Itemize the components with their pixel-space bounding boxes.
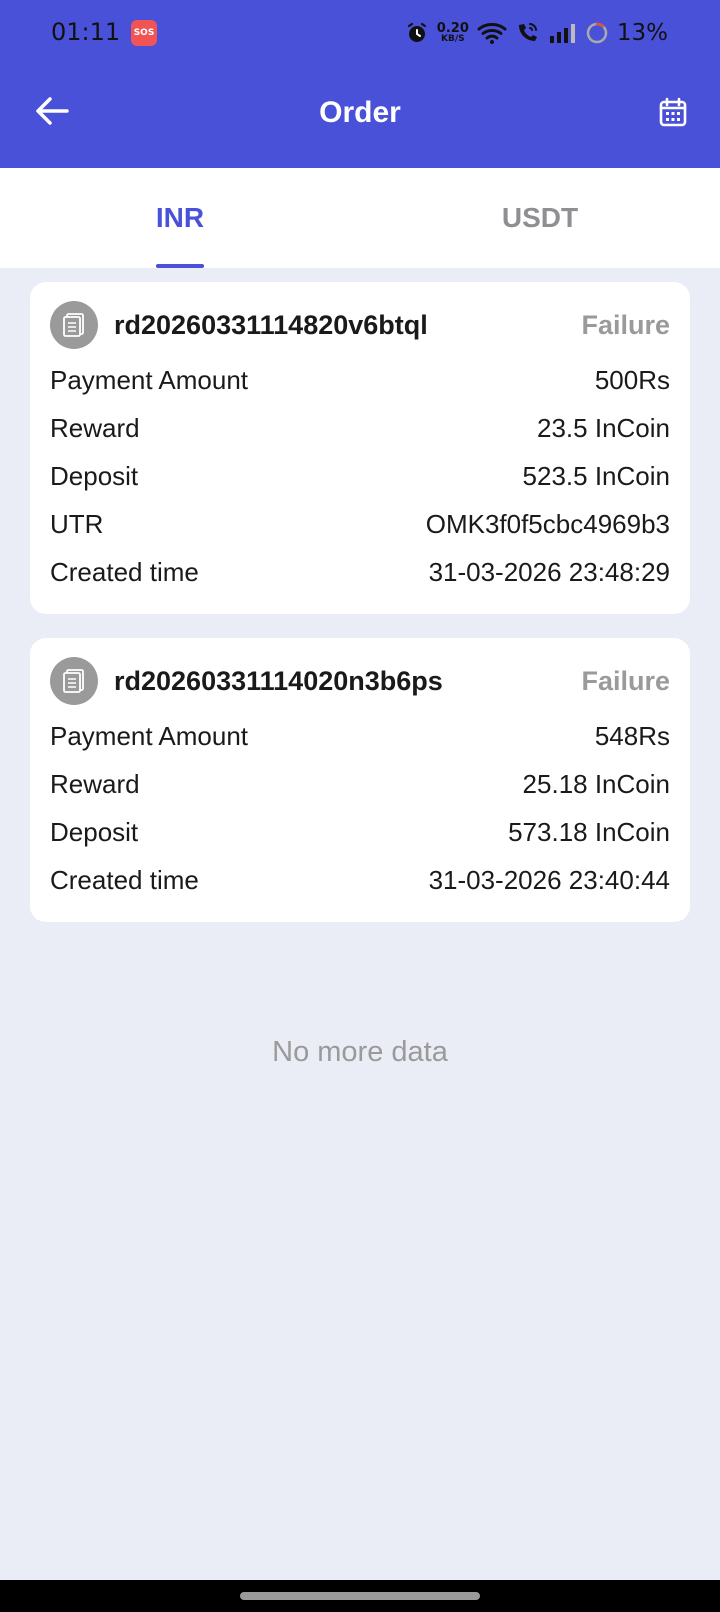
row-value: 23.5 InCoin <box>537 412 670 443</box>
row-label: Payment Amount <box>50 720 248 751</box>
system-nav-bar <box>0 1580 720 1612</box>
tab-inr[interactable]: INR <box>0 168 360 268</box>
row-label: Created time <box>50 556 199 587</box>
order-status: Failure <box>581 309 670 340</box>
header: 01:11 SOS 0.20 KB/S 13% Order <box>0 0 720 168</box>
page-title: Order <box>319 96 401 129</box>
signal-icon <box>549 22 577 44</box>
payment-amount-row: Payment Amount 500Rs <box>50 356 670 404</box>
order-status: Failure <box>581 665 670 696</box>
network-speed-unit: KB/S <box>441 34 465 44</box>
order-id: rd20260331114020n3b6ps <box>114 665 443 696</box>
row-value: 500Rs <box>594 364 670 395</box>
row-value: 573.18 InCoin <box>508 816 670 847</box>
app-bar: Order <box>0 66 720 168</box>
row-label: Payment Amount <box>50 364 248 395</box>
row-value: 25.18 InCoin <box>522 768 670 799</box>
row-value: OMK3f0f5cbc4969b3 <box>425 508 670 539</box>
status-icons: 0.20 KB/S 13% <box>405 16 668 50</box>
utr-row: UTR OMK3f0f5cbc4969b3 <box>50 500 670 548</box>
tab-label: USDT <box>501 202 579 233</box>
tab-label: INR <box>155 202 205 233</box>
calendar-button[interactable] <box>652 93 694 135</box>
document-icon <box>50 657 98 705</box>
row-value: 523.5 InCoin <box>522 460 670 491</box>
row-label: Deposit <box>50 816 139 847</box>
reward-row: Reward 23.5 InCoin <box>50 404 670 452</box>
wifi-call-icon <box>515 21 541 45</box>
battery-percent: 13% <box>616 20 668 46</box>
order-list: rd20260331114820v6btql Failure Payment A… <box>30 282 690 946</box>
row-label: Reward <box>50 412 140 443</box>
order-card[interactable]: rd20260331114820v6btql Failure Payment A… <box>30 282 690 614</box>
status-bar: 01:11 SOS 0.20 KB/S 13% <box>0 0 720 66</box>
row-label: UTR <box>50 508 104 539</box>
created-time-row: Created time 31-03-2026 23:40:44 <box>50 856 670 904</box>
row-value: 548Rs <box>594 720 670 751</box>
row-label: Reward <box>50 768 140 799</box>
row-label: Deposit <box>50 460 139 491</box>
row-value: 31-03-2026 23:48:29 <box>428 556 670 587</box>
battery-icon <box>585 21 609 45</box>
created-time-row: Created time 31-03-2026 23:48:29 <box>50 548 670 596</box>
alarm-icon <box>405 21 429 45</box>
order-id: rd20260331114820v6btql <box>114 309 428 340</box>
home-indicator[interactable] <box>240 1592 480 1600</box>
row-value: 31-03-2026 23:40:44 <box>428 864 670 895</box>
document-icon <box>50 301 98 349</box>
wifi-icon <box>477 21 507 45</box>
order-screen: 01:11 SOS 0.20 KB/S 13% Order INR USDT r… <box>0 0 720 1612</box>
no-more-data-text: No more data <box>272 1036 448 1068</box>
sos-badge: SOS <box>131 20 157 46</box>
calendar-icon <box>659 97 687 132</box>
status-time: 01:11 <box>51 18 121 46</box>
reward-row: Reward 25.18 InCoin <box>50 760 670 808</box>
deposit-row: Deposit 523.5 InCoin <box>50 452 670 500</box>
deposit-row: Deposit 573.18 InCoin <box>50 808 670 856</box>
currency-tabs: INR USDT <box>0 168 720 268</box>
tab-usdt[interactable]: USDT <box>360 168 720 268</box>
row-label: Created time <box>50 864 199 895</box>
order-card-header: rd20260331114020n3b6ps Failure <box>50 656 670 706</box>
network-speed: 0.20 KB/S <box>437 22 469 44</box>
order-card[interactable]: rd20260331114020n3b6ps Failure Payment A… <box>30 638 690 922</box>
payment-amount-row: Payment Amount 548Rs <box>50 712 670 760</box>
active-tab-indicator <box>156 264 204 268</box>
order-card-header: rd20260331114820v6btql Failure <box>50 300 670 350</box>
